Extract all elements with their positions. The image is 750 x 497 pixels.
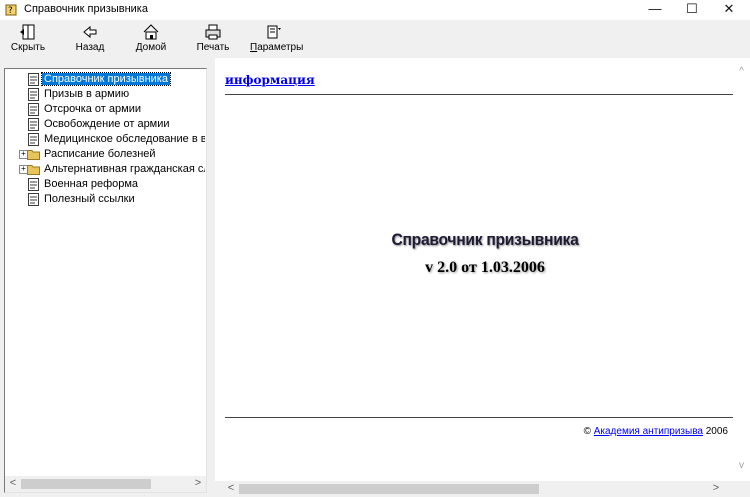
- hide-label: Скрыть: [10, 42, 46, 53]
- page-icon: [28, 73, 39, 86]
- printer-icon: [205, 24, 221, 40]
- folder-icon: [27, 150, 40, 160]
- back-button[interactable]: Назад: [66, 23, 114, 55]
- home-icon: [143, 24, 159, 40]
- tree-item-label: Альтернативная гражданская слу: [44, 163, 205, 175]
- tree-item-useful-links[interactable]: Полезный ссылки: [28, 192, 137, 207]
- scroll-right-button[interactable]: >: [190, 476, 206, 492]
- top-divider: [225, 94, 733, 95]
- bottom-divider: [225, 417, 733, 418]
- toolbar: Скрыть Назад Домой Печать Параметры: [0, 20, 750, 58]
- scroll-left-button[interactable]: <: [5, 476, 21, 492]
- tree-item-handbook[interactable]: Справочник призывника: [28, 72, 171, 87]
- page-icon: [28, 103, 39, 116]
- version-text: v 2.0 от 1.03.2006: [425, 259, 545, 276]
- page-icon: [28, 178, 39, 191]
- contents-tree: Справочник призывника Призыв в армию Отс…: [5, 69, 205, 477]
- info-link[interactable]: информация: [225, 73, 315, 87]
- page-icon: [28, 133, 39, 146]
- tree-item-exemption[interactable]: Освобождение от армии: [28, 117, 172, 132]
- home-button[interactable]: Домой: [127, 23, 175, 55]
- page-icon: [28, 193, 39, 206]
- hide-pane-icon: [20, 24, 35, 40]
- copyright-symbol: ©: [583, 426, 591, 437]
- tree-item-label: Отсрочка от армии: [44, 103, 141, 115]
- maximize-button[interactable]: ☐: [675, 0, 709, 20]
- academy-link[interactable]: Академия антипризыва: [594, 426, 703, 437]
- tree-item-label: Призыв в армию: [44, 88, 130, 100]
- scroll-thumb[interactable]: [21, 479, 151, 489]
- scroll-right-button[interactable]: >: [708, 481, 724, 497]
- tree-horizontal-scrollbar[interactable]: < >: [5, 476, 206, 492]
- print-button[interactable]: Печать: [189, 23, 237, 55]
- tree-item-label: Освобождение от армии: [44, 118, 170, 130]
- svg-text:?: ?: [8, 6, 13, 16]
- print-label: Печать: [196, 42, 230, 53]
- tree-item-label: Медицинское обследование в во: [44, 133, 205, 145]
- options-label: Параметры: [250, 42, 303, 53]
- tree-item-military-reform[interactable]: Военная реформа: [28, 177, 140, 192]
- options-button[interactable]: Параметры: [250, 23, 303, 55]
- scroll-thumb[interactable]: [239, 484, 539, 494]
- scroll-left-button[interactable]: <: [223, 481, 239, 497]
- copyright-year: 2006: [705, 426, 728, 437]
- tree-item-label: Полезный ссылки: [44, 193, 135, 205]
- tree-item-deferment[interactable]: Отсрочка от армии: [28, 102, 143, 117]
- copyright-line: © Академия антипризыва 2006: [584, 426, 728, 437]
- minimize-button[interactable]: —: [638, 0, 672, 20]
- page-icon: [28, 88, 39, 101]
- tree-item-conscription[interactable]: Призыв в армию: [28, 87, 131, 102]
- options-label-rest: араметры: [257, 42, 304, 53]
- tree-item-label: Расписание болезней: [44, 148, 156, 160]
- tree-item-label: Справочник призывника: [41, 72, 171, 86]
- help-book-icon: ?: [5, 4, 17, 16]
- folder-icon: [27, 165, 40, 175]
- tree-item-alternative-service[interactable]: + Альтернативная гражданская слу: [19, 162, 205, 177]
- close-button[interactable]: ✕: [712, 0, 746, 20]
- contents-pane: Справочник призывника Призыв в армию Отс…: [4, 68, 207, 493]
- back-arrow-icon: [83, 25, 97, 39]
- options-document-icon: [267, 25, 281, 39]
- scroll-up-button[interactable]: ^: [733, 64, 750, 80]
- page-icon: [28, 118, 39, 131]
- content-horizontal-scrollbar[interactable]: < >: [215, 481, 750, 497]
- back-label: Назад: [75, 42, 105, 53]
- tree-item-disease-schedule[interactable]: + Расписание болезней: [19, 147, 158, 162]
- hide-button[interactable]: Скрыть: [4, 23, 52, 55]
- scroll-down-button[interactable]: v: [733, 458, 750, 474]
- content-vertical-scrollbar[interactable]: ^ v: [733, 58, 750, 480]
- window-title: Справочник призывника: [24, 3, 148, 15]
- title-bar: ? Справочник призывника — ☐ ✕: [0, 0, 750, 20]
- tree-item-medical-exam[interactable]: Медицинское обследование в во: [28, 132, 205, 147]
- content-pane: информация Справочник призывника v 2.0 о…: [215, 58, 750, 497]
- main-title: Справочник призывника: [391, 230, 579, 249]
- tree-item-label: Военная реформа: [44, 178, 139, 190]
- home-label: Домой: [135, 42, 167, 53]
